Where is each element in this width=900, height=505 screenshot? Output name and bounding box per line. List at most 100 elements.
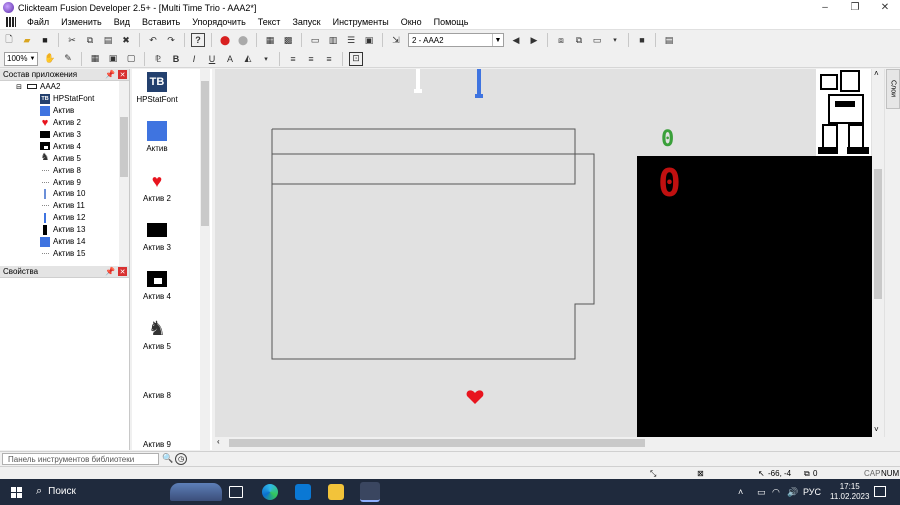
tree-item-актив-5[interactable]: ♞ Актив 5 [0,152,129,164]
display-icon[interactable]: ▭ [590,33,604,47]
editor-vertical-scrollbar[interactable]: ˄ ˅ [872,69,884,437]
minimize-button[interactable]: – [810,0,840,15]
help-icon[interactable]: ? [191,33,205,47]
taskbar-clock[interactable]: 17:15 11.02.2023 [830,482,869,502]
frame-select[interactable]: 2 - AAA2 ▼ [408,33,504,47]
network-icon[interactable]: ▭ [757,487,766,498]
scroll-left-icon[interactable]: ‹ [217,437,220,446]
library-object[interactable]: Актив 4 [132,268,182,301]
editor-horizontal-scrollbar[interactable]: ‹ [215,437,871,449]
white-bone[interactable] [414,89,422,93]
library-object[interactable]: Актив 3 [132,219,182,252]
tree-item-актив-2[interactable]: ♥ Актив 2 [0,117,129,129]
white-bone[interactable] [416,69,420,91]
data-elements-icon[interactable]: ▣ [362,33,376,47]
scrollbar-thumb[interactable] [229,439,645,447]
scroll-down-icon[interactable]: ˅ [874,425,879,434]
frame-editor-view-icon[interactable]: ▭ [308,33,322,47]
menu-help[interactable]: Помощь [428,17,475,27]
record-icon[interactable]: ⬤ [236,33,250,47]
italic-icon[interactable]: I [187,52,201,66]
blue-bone[interactable] [477,69,481,96]
run-frame-icon[interactable]: ⇲ [389,33,403,47]
stop-icon[interactable]: ⬤ [218,33,232,47]
fit-selection-icon[interactable]: ⊡ [349,51,363,66]
landscape-widget-icon[interactable] [170,483,222,501]
file-explorer-icon[interactable] [328,484,344,500]
library-object[interactable]: Актив 8 [132,367,182,400]
menu-arrange[interactable]: Упорядочить [186,17,252,27]
bold-icon[interactable]: B [169,52,183,66]
library-toolbar-input[interactable]: Панель инструментов библиотеки [2,453,159,465]
menu-view[interactable]: Вид [108,17,136,27]
blue-bone[interactable] [475,94,483,98]
fill-color-icon[interactable]: ◭ [241,52,255,66]
copy-icon[interactable]: ⧉ [83,33,97,47]
tray-chevron-icon[interactable]: ˄ [738,487,743,497]
input-language[interactable]: РУС [803,487,821,497]
text-tool-icon[interactable]: ⅊ [151,52,165,66]
tree-item-актив-8[interactable]: Актив 8 [0,164,129,176]
align-right-icon[interactable]: ≡ [322,52,336,66]
taskbar-search[interactable]: ⌕ Поиск [36,485,76,498]
frame-editor-icon[interactable] [6,17,16,27]
tree-item-актив-14[interactable]: Актив 14 [0,236,129,248]
paste-icon[interactable]: ▤ [101,33,115,47]
tree-item-актив[interactable]: Актив [0,105,129,117]
smart-tool-icon[interactable]: ✎ [61,52,75,66]
menu-window[interactable]: Окно [395,17,428,27]
snap-icon[interactable]: ▣ [106,52,120,66]
frame-editor[interactable]: 0 0 [215,69,885,437]
zoom-select[interactable]: 100% ▼ [4,51,38,66]
scrollbar-thumb[interactable] [201,81,209,226]
edge-browser-icon[interactable] [262,484,278,500]
chevron-down-icon[interactable]: ▼ [28,53,37,65]
wifi-icon[interactable]: ◠ [772,487,780,498]
fusion-taskbar-icon[interactable] [360,482,380,502]
library-object[interactable]: Актив [132,120,182,153]
film-icon[interactable]: ▤ [662,33,676,47]
maze-outline[interactable] [271,153,595,360]
new-file-icon[interactable]: 🗋 [2,33,16,47]
cut-icon[interactable]: ✂ [65,33,79,47]
close-icon[interactable]: ✕ [118,70,127,79]
undo-icon[interactable]: ↶ [146,33,160,47]
scrollbar-thumb[interactable] [120,117,128,177]
font-color-icon[interactable]: A [223,52,237,66]
event-list-icon[interactable]: ☰ [344,33,358,47]
score-small[interactable]: 0 [661,127,674,152]
tree-item-актив-11[interactable]: Актив 11 [0,200,129,212]
pin-icon[interactable]: 📌 [105,70,115,79]
task-view-icon[interactable] [229,486,243,498]
library-object[interactable]: Актив 9 [132,416,182,449]
close-button[interactable]: ✕ [870,0,900,15]
fill-dropdown-icon[interactable]: ▾ [259,52,273,66]
close-icon[interactable]: ✕ [118,267,127,276]
redo-icon[interactable]: ↷ [164,33,178,47]
stop-square-icon[interactable]: ■ [635,33,649,47]
layers-tab[interactable]: Слои [886,69,900,109]
underline-icon[interactable]: U [205,52,219,66]
chevron-down-icon[interactable]: ▼ [492,34,503,46]
object-library-scrollbar[interactable] [200,69,210,450]
volume-icon[interactable]: 🔊 [787,487,798,498]
windows-start-icon[interactable] [11,487,22,498]
menu-run[interactable]: Запуск [286,17,326,27]
workspace-scrollbar[interactable] [119,81,129,267]
library-object[interactable]: TB HPStatFont [132,71,182,104]
menu-insert[interactable]: Вставить [136,17,186,27]
align-left-icon[interactable]: ≡ [286,52,300,66]
tree-root[interactable]: ⊟ AAA2 [0,81,129,93]
tree-item-актив-10[interactable]: Актив 10 [0,188,129,200]
menu-edit[interactable]: Изменить [55,17,108,27]
menu-file[interactable]: Файл [21,17,55,27]
menu-text[interactable]: Текст [252,17,287,27]
scroll-up-icon[interactable]: ˄ [874,69,879,78]
clock-icon[interactable]: ◷ [175,453,187,465]
mail-icon[interactable] [295,484,311,500]
library-object[interactable]: ♥ Актив 2 [132,170,182,203]
tree-item-актив-9[interactable]: Актив 9 [0,176,129,188]
layers-icon[interactable]: ⧉ [572,33,586,47]
pin-icon[interactable]: 📌 [105,267,115,276]
collapse-icon[interactable]: ⊟ [14,82,24,92]
